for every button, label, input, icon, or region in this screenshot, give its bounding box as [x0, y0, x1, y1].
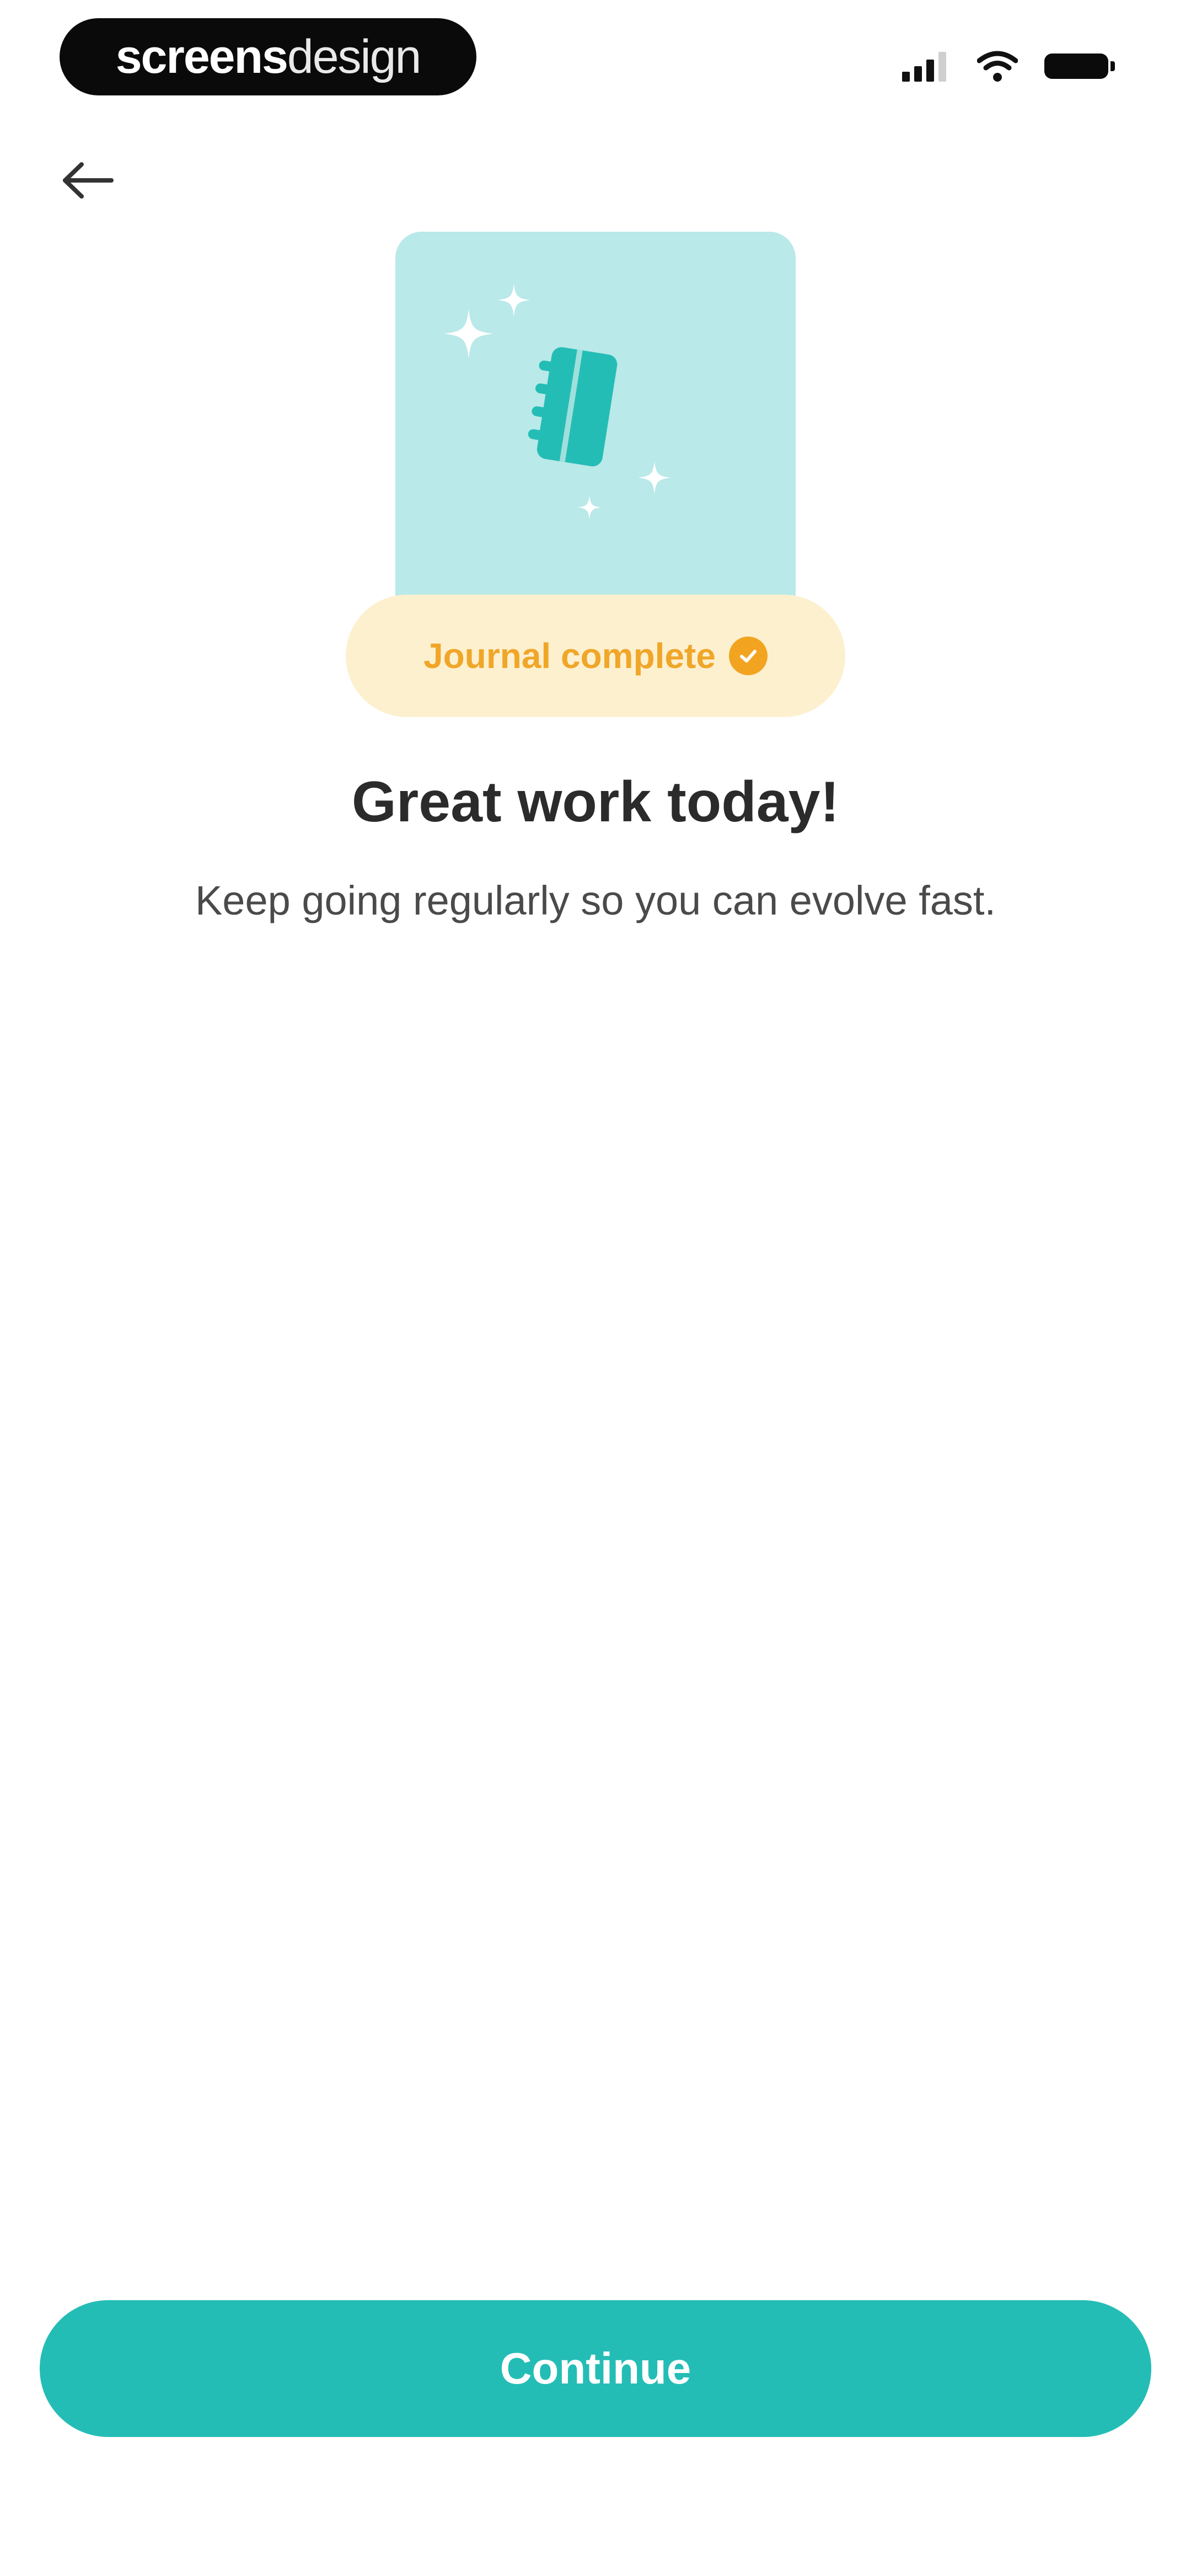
badge-label: Journal complete [423, 636, 716, 676]
signal-icon [902, 52, 946, 82]
page-title: Great work today! [351, 770, 840, 834]
page-subtitle: Keep going regularly so you can evolve f… [195, 878, 996, 923]
status-icons [901, 50, 1115, 83]
journal-notebook-icon [528, 347, 618, 467]
brand-logo-light: design [287, 30, 421, 83]
battery-icon [1044, 54, 1115, 79]
journal-illustration [395, 232, 796, 607]
brand-logo: screens design [60, 18, 476, 95]
sparkle-icon [444, 309, 493, 359]
wifi-icon [977, 51, 1018, 82]
sparkle-icon [577, 495, 602, 520]
back-button[interactable] [55, 156, 121, 205]
arrow-left-icon [63, 162, 114, 199]
journal-complete-screen: screens design Journal complete Great wo… [0, 0, 1191, 2576]
continue-button[interactable]: Continue [40, 2300, 1151, 2437]
check-circle-icon [728, 637, 768, 675]
journal-complete-badge: Journal complete [346, 595, 845, 717]
sparkle-icon [497, 284, 530, 317]
brand-logo-strong: screens [115, 30, 288, 83]
